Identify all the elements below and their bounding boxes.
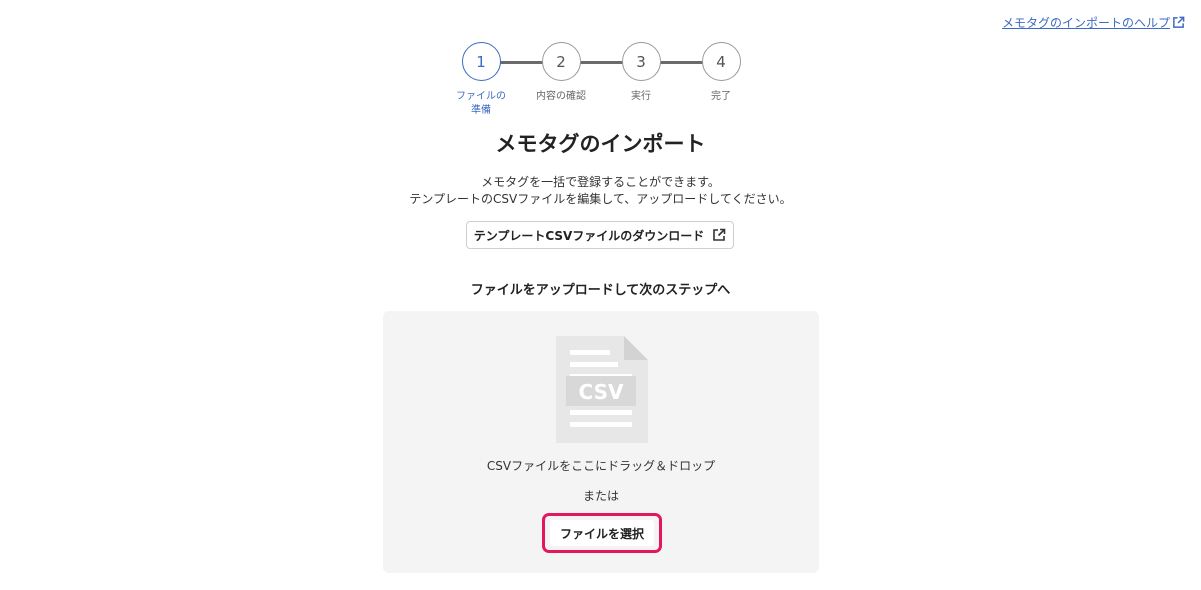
csv-file-icon: CSV	[556, 336, 648, 443]
step-1: 1 ファイルの準備	[441, 42, 521, 118]
page-description: メモタグを一括で登録することができます。 テンプレートのCSVファイルを編集して…	[0, 174, 1201, 208]
step-label: ファイルの準備	[456, 91, 506, 116]
download-template-label: テンプレートCSVファイルのダウンロード	[473, 228, 705, 243]
description-line-2: テンプレートのCSVファイルを編集して、アップロードしてください。	[409, 192, 792, 206]
or-separator: または	[582, 489, 619, 503]
page-title: メモタグのインポート	[495, 132, 706, 156]
choose-file-highlight: ファイルを選択	[542, 513, 662, 553]
help-link[interactable]: メモタグのインポートのヘルプ	[1002, 14, 1185, 31]
step-2: 2 内容の確認	[521, 42, 601, 104]
file-dropzone[interactable]: CSV CSVファイルをここにドラッグ＆ドロップ または ファイルを選択	[383, 311, 819, 573]
drop-instruction: CSVファイルをここにドラッグ＆ドロップ	[486, 459, 716, 473]
external-link-icon	[1173, 16, 1185, 28]
stepper: 1 ファイルの準備 2 内容の確認 3 実行 4 完了	[456, 42, 742, 122]
step-3: 3 実行	[601, 42, 681, 104]
step-4: 4 完了	[681, 42, 761, 104]
help-link-label: メモタグのインポートのヘルプ	[1001, 16, 1170, 30]
step-circle: 2	[541, 42, 581, 81]
external-link-icon	[713, 228, 726, 241]
step-circle: 1	[461, 42, 501, 81]
step-circle: 4	[701, 42, 741, 81]
step-circle: 3	[621, 42, 661, 81]
upload-section-heading: ファイルをアップロードして次のステップへ	[470, 283, 731, 298]
csv-icon-text: CSV	[579, 380, 624, 404]
step-label: 内容の確認	[536, 91, 586, 102]
step-label: 完了	[711, 91, 731, 102]
description-line-1: メモタグを一括で登録することができます。	[481, 175, 720, 189]
step-label: 実行	[631, 91, 651, 102]
download-template-button[interactable]: テンプレートCSVファイルのダウンロード	[466, 221, 734, 249]
choose-file-button[interactable]: ファイルを選択	[550, 520, 654, 546]
